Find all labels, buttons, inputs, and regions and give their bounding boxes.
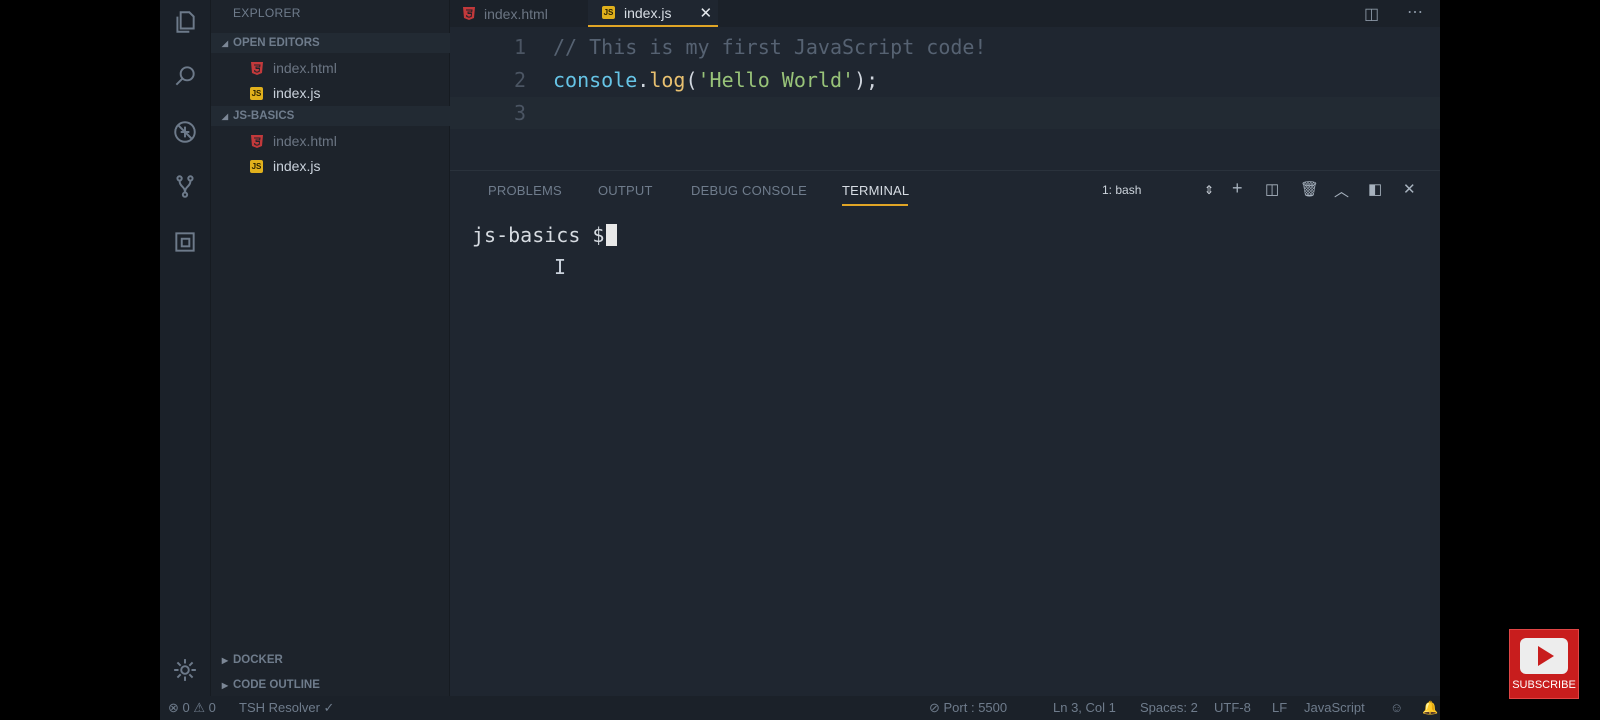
project-file-html[interactable]: index.html (211, 130, 450, 152)
shell-select-value: 1: bash (1102, 183, 1142, 197)
terminal-cursor (606, 224, 618, 246)
project-label: JS-BASICS (233, 110, 295, 122)
file-name: index.js (273, 85, 321, 101)
line-number: 3 (513, 101, 526, 125)
gear-icon[interactable] (171, 656, 199, 684)
more-actions-icon[interactable]: ⋯ (1407, 2, 1423, 22)
code-function: log (649, 68, 686, 92)
vscode-window: EXPLORER ◢ OPEN EDITORS index.html JS in… (160, 0, 1440, 720)
new-terminal-icon[interactable]: + (1232, 178, 1243, 199)
subscribe-button[interactable]: SUBSCRIBE (1509, 629, 1579, 699)
error-count-value: 0 (182, 700, 190, 715)
split-terminal-icon[interactable]: ◫ (1265, 180, 1279, 198)
notifications-bell-icon[interactable]: 🔔 (1422, 700, 1438, 716)
terminal-output[interactable]: js-basics $ (472, 223, 618, 247)
close-panel-icon[interactable]: ✕ (1403, 180, 1416, 198)
tab-output[interactable]: OUTPUT (598, 183, 653, 198)
port-value: Port : 5500 (943, 700, 1008, 715)
code-editor[interactable]: 1 // This is my first JavaScript code! 2… (450, 27, 1440, 170)
status-bar: ⊗ 0 ⚠ 0 TSH Resolver ✓ ⊘ Port : 5500 Ln … (160, 696, 1440, 720)
ibeam-cursor-icon: I (554, 255, 567, 279)
file-name: index.html (273, 133, 337, 149)
activity-bar (160, 0, 211, 696)
project-section[interactable]: ◢ JS-BASICS (211, 106, 450, 126)
caret-right-icon: ▶ (221, 680, 228, 690)
tab-debug-console[interactable]: DEBUG CONSOLE (691, 183, 807, 198)
terminal-shell-select[interactable]: 1: bash ⇕ (1102, 183, 1214, 201)
js-icon: JS (602, 6, 615, 19)
project-file-js[interactable]: JS index.js (211, 155, 450, 177)
active-tab-indicator (842, 204, 908, 206)
code-punctuation: ); (854, 68, 879, 92)
code-punctuation: . (637, 68, 650, 92)
error-count[interactable]: ⊗ 0 ⚠ 0 (168, 700, 216, 716)
open-editor-item-js[interactable]: JS index.js (211, 82, 450, 104)
select-arrows-icon: ⇕ (1203, 183, 1214, 197)
open-editors-section[interactable]: ◢ OPEN EDITORS (211, 33, 450, 53)
debug-icon[interactable] (171, 118, 199, 146)
tab-label: index.html (484, 5, 548, 22)
html5-icon (250, 134, 263, 148)
code-string: 'Hello World' (697, 68, 855, 92)
source-control-icon[interactable] (171, 172, 199, 200)
search-icon[interactable] (171, 62, 199, 90)
live-server-port[interactable]: ⊘ Port : 5500 (929, 700, 1007, 716)
html5-icon (462, 7, 475, 20)
line-number: 1 (513, 35, 526, 59)
js-icon: JS (250, 86, 263, 100)
trash-icon[interactable]: 🗑 (1300, 180, 1319, 198)
file-name: index.js (273, 158, 321, 174)
tab-label: index.js (624, 4, 672, 21)
html5-icon (250, 61, 263, 75)
split-editor-icon[interactable]: ◫ (1364, 4, 1379, 24)
docker-section[interactable]: ▶ DOCKER (211, 650, 450, 670)
code-identifier: console (553, 68, 638, 92)
line-number: 2 (513, 68, 526, 92)
encoding[interactable]: UTF-8 (1214, 700, 1251, 715)
bottom-panel: PROBLEMS OUTPUT DEBUG CONSOLE TERMINAL 1… (450, 170, 1440, 696)
language-mode[interactable]: JavaScript (1304, 700, 1365, 715)
terminal-prompt: js-basics $ (472, 223, 605, 247)
caret-down-icon: ◢ (221, 38, 228, 48)
caret-right-icon: ▶ (221, 655, 228, 665)
code-line: 2 console.log('Hello World'); (450, 64, 1440, 96)
subscribe-label: SUBSCRIBE (1512, 678, 1576, 691)
file-name: index.html (273, 60, 337, 76)
code-outline-label: CODE OUTLINE (233, 679, 320, 691)
editor-tab-bar: index.html JS index.js ✕ ◫ ⋯ (450, 0, 1440, 27)
feedback-smiley-icon[interactable]: ☺ (1390, 700, 1403, 715)
tab-index-js[interactable]: JS index.js ✕ (588, 0, 718, 27)
warning-count-value: 0 (208, 700, 216, 715)
tab-terminal[interactable]: TERMINAL (842, 183, 909, 198)
code-comment: // This is my first JavaScript code! (553, 35, 987, 59)
tab-index-html[interactable]: index.html (462, 0, 592, 27)
open-editors-label: OPEN EDITORS (233, 37, 320, 49)
code-statement: console.log('Hello World'); (553, 68, 878, 92)
code-line-current: 3 (450, 97, 1440, 129)
explorer-icon[interactable] (171, 8, 199, 36)
caret-down-icon: ◢ (221, 111, 228, 121)
line-endings[interactable]: LF (1272, 700, 1287, 715)
docker-label: DOCKER (233, 654, 283, 666)
tsh-resolver[interactable]: TSH Resolver ✓ (239, 700, 334, 716)
code-outline-section[interactable]: ▶ CODE OUTLINE (211, 675, 450, 695)
cursor-position[interactable]: Ln 3, Col 1 (1053, 700, 1116, 715)
indentation[interactable]: Spaces: 2 (1140, 700, 1198, 715)
maximize-panel-icon[interactable]: ◧ (1368, 180, 1382, 198)
youtube-play-icon (1520, 637, 1568, 674)
chevron-up-icon[interactable]: ︿ (1334, 180, 1349, 201)
tab-problems[interactable]: PROBLEMS (488, 183, 562, 198)
code-punctuation: ( (685, 68, 698, 92)
js-icon: JS (250, 159, 263, 173)
explorer-sidebar: EXPLORER ◢ OPEN EDITORS index.html JS in… (211, 0, 450, 696)
explorer-title: EXPLORER (233, 6, 301, 20)
open-editor-item-html[interactable]: index.html (211, 57, 450, 79)
close-icon[interactable]: ✕ (699, 4, 712, 22)
extensions-icon[interactable] (171, 228, 199, 256)
code-line: 1 // This is my first JavaScript code! (450, 31, 1440, 63)
